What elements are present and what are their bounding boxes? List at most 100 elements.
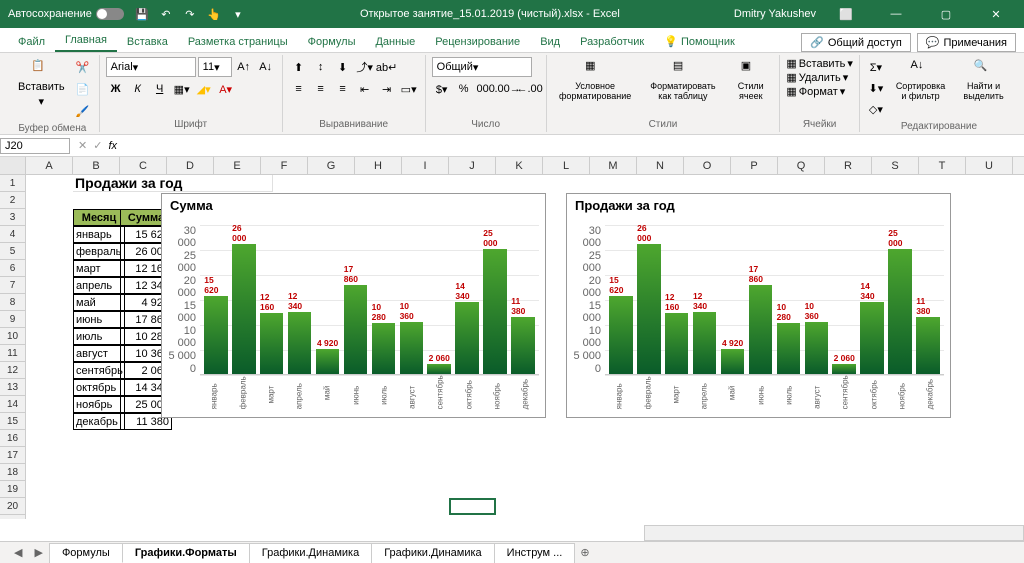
align-right-icon[interactable]: ≡ — [333, 79, 353, 99]
format-table-button[interactable]: ▤Форматировать как таблицу — [640, 57, 727, 103]
row-header[interactable]: 5 — [0, 243, 26, 260]
minimize-icon[interactable]: — — [876, 0, 916, 28]
tab-formulas[interactable]: Формулы — [298, 32, 366, 52]
font-name-combo[interactable]: Arial ▾ — [106, 57, 196, 77]
bar[interactable] — [511, 317, 534, 374]
bar[interactable] — [777, 323, 800, 374]
tab-insert[interactable]: Вставка — [117, 32, 178, 52]
cut-icon[interactable]: ✂️ — [73, 57, 93, 77]
bar[interactable] — [204, 296, 227, 374]
row-header[interactable]: 19 — [0, 481, 26, 498]
column-header[interactable]: T — [919, 157, 966, 174]
cancel-formula-icon[interactable]: ✕ — [78, 139, 87, 152]
cell[interactable]: Месяц — [73, 209, 125, 226]
sort-filter-button[interactable]: A↓Сортировка и фильтр — [888, 57, 953, 103]
comma-icon[interactable]: 000 — [476, 79, 496, 99]
column-header[interactable]: J — [449, 157, 496, 174]
bar[interactable] — [805, 322, 828, 374]
bar[interactable] — [721, 349, 744, 374]
increase-decimal-icon[interactable]: .00→ — [498, 79, 518, 99]
number-format-combo[interactable]: Общий ▾ — [432, 57, 532, 77]
dropdown-icon[interactable]: ▾ — [230, 6, 246, 22]
bar[interactable] — [232, 244, 255, 374]
border-icon[interactable]: ▦▾ — [172, 79, 192, 99]
bar[interactable] — [888, 249, 911, 374]
sheet-tab[interactable]: Формулы — [49, 543, 123, 563]
row-header[interactable]: 12 — [0, 362, 26, 379]
select-all-corner[interactable] — [0, 157, 26, 174]
row-header[interactable]: 7 — [0, 277, 26, 294]
row-header[interactable]: 18 — [0, 464, 26, 481]
tab-page-layout[interactable]: Разметка страницы — [178, 32, 298, 52]
format-painter-icon[interactable]: 🖌️ — [73, 101, 93, 121]
row-header[interactable]: 16 — [0, 430, 26, 447]
column-header[interactable]: L — [543, 157, 590, 174]
chart[interactable]: Продажи за год30 00025 00020 00015 00010… — [566, 193, 951, 418]
bar[interactable] — [832, 364, 855, 374]
bar[interactable] — [483, 249, 506, 374]
autosum-icon[interactable]: Σ▾ — [866, 57, 886, 77]
paste-button[interactable]: 📋Вставить▾ — [12, 57, 71, 110]
bold-icon[interactable]: Ж — [106, 79, 126, 99]
formula-input[interactable] — [123, 140, 923, 152]
bar[interactable] — [860, 302, 883, 374]
cell[interactable]: октябрь — [73, 379, 125, 396]
row-header[interactable]: 10 — [0, 328, 26, 345]
row-header[interactable]: 9 — [0, 311, 26, 328]
copy-icon[interactable]: 📄 — [73, 79, 93, 99]
close-icon[interactable]: ✕ — [976, 0, 1016, 28]
row-header[interactable]: 1 — [0, 175, 26, 192]
bar[interactable] — [427, 364, 450, 374]
cell[interactable]: апрель — [73, 277, 125, 294]
bar[interactable] — [316, 349, 339, 374]
wrap-text-icon[interactable]: ab↵ — [377, 57, 397, 77]
align-bottom-icon[interactable]: ⬇ — [333, 57, 353, 77]
insert-cells-button[interactable]: ▦ Вставить ▾ — [786, 57, 853, 70]
delete-cells-button[interactable]: ▦ Удалить ▾ — [786, 71, 848, 84]
row-header[interactable]: 15 — [0, 413, 26, 430]
row-header[interactable]: 13 — [0, 379, 26, 396]
cell[interactable]: май — [73, 294, 125, 311]
maximize-icon[interactable]: ▢ — [926, 0, 966, 28]
row-header[interactable]: 21 — [0, 515, 26, 519]
column-header[interactable]: U — [966, 157, 1013, 174]
cell-grid[interactable]: Продажи за годМесяцСуммаянварь15 620февр… — [26, 175, 1024, 519]
bar[interactable] — [400, 322, 423, 374]
cell[interactable]: март — [73, 260, 125, 277]
clear-icon[interactable]: ◇▾ — [866, 99, 886, 119]
redo-icon[interactable]: ↷ — [182, 6, 198, 22]
row-header[interactable]: 2 — [0, 192, 26, 209]
column-header[interactable]: B — [73, 157, 120, 174]
increase-font-icon[interactable]: A↑ — [234, 57, 254, 77]
enter-formula-icon[interactable]: ✓ — [93, 139, 102, 152]
share-button[interactable]: 🔗 Общий доступ — [801, 33, 911, 52]
column-header[interactable]: M — [590, 157, 637, 174]
tab-data[interactable]: Данные — [365, 32, 425, 52]
fx-icon[interactable]: fx — [108, 140, 117, 152]
format-cells-button[interactable]: ▦ Формат ▾ — [786, 85, 845, 98]
touch-icon[interactable]: 👆 — [206, 6, 222, 22]
bar[interactable] — [665, 313, 688, 374]
column-header[interactable]: E — [214, 157, 261, 174]
column-header[interactable]: N — [637, 157, 684, 174]
tab-nav-prev-icon[interactable]: ◀ — [8, 546, 28, 559]
row-header[interactable]: 6 — [0, 260, 26, 277]
column-header[interactable]: P — [731, 157, 778, 174]
chart[interactable]: Сумма30 00025 00020 00015 00010 0005 000… — [161, 193, 546, 418]
row-header[interactable]: 8 — [0, 294, 26, 311]
font-size-combo[interactable]: 11 ▾ — [198, 57, 232, 77]
bar[interactable] — [609, 296, 632, 374]
bar[interactable] — [260, 313, 283, 374]
user-name[interactable]: Dmitry Yakushev — [734, 8, 816, 20]
decrease-font-icon[interactable]: A↓ — [256, 57, 276, 77]
orientation-icon[interactable]: ⤴▾ — [355, 57, 375, 77]
comments-button[interactable]: 💬 Примечания — [917, 33, 1016, 52]
undo-icon[interactable]: ↶ — [158, 6, 174, 22]
column-header[interactable]: K — [496, 157, 543, 174]
column-header[interactable]: Q — [778, 157, 825, 174]
cell[interactable]: январь — [73, 226, 125, 243]
column-header[interactable]: O — [684, 157, 731, 174]
save-icon[interactable]: 💾 — [134, 6, 150, 22]
cell-styles-button[interactable]: ▣Стили ячеек — [728, 57, 773, 103]
name-box[interactable] — [0, 138, 70, 154]
